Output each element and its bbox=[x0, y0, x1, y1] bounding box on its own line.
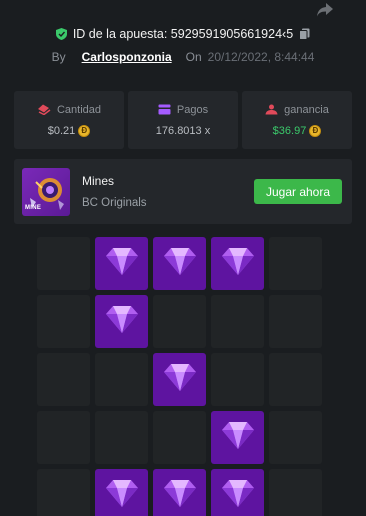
profit-icon bbox=[265, 104, 278, 115]
empty-tile bbox=[153, 411, 206, 464]
stat-payout-label: Pagos bbox=[176, 103, 209, 116]
empty-tile bbox=[269, 353, 322, 406]
gem-tile bbox=[95, 237, 148, 290]
gem-icon bbox=[163, 246, 197, 281]
author-row: By Carlosponzonia On 20/12/2022, 8:44:44 bbox=[0, 47, 366, 67]
empty-tile bbox=[37, 353, 90, 406]
verified-shield-icon bbox=[55, 28, 67, 40]
empty-tile bbox=[269, 237, 322, 290]
bet-id-row: ID de la apuesta: 5929591905661924‹5 bbox=[0, 24, 366, 44]
empty-tile bbox=[37, 237, 90, 290]
gem-icon bbox=[221, 420, 255, 455]
coin-icon: Đ bbox=[309, 124, 322, 137]
stat-profit: ganancia $36.97 Đ bbox=[242, 91, 352, 149]
gem-icon bbox=[163, 362, 197, 397]
thumbnail-label: MINE bbox=[25, 204, 42, 211]
stat-amount-label: Cantidad bbox=[56, 103, 102, 116]
gem-tile bbox=[153, 469, 206, 516]
empty-tile bbox=[211, 353, 264, 406]
empty-tile bbox=[37, 295, 90, 348]
empty-tile bbox=[95, 353, 148, 406]
gem-tile bbox=[211, 469, 264, 516]
bet-stats: Cantidad $0.21 Đ Pagos 176.8013 x gananc… bbox=[14, 91, 352, 149]
gem-icon bbox=[105, 478, 139, 513]
payout-icon bbox=[158, 104, 171, 115]
gem-tile bbox=[95, 295, 148, 348]
bet-header: ID de la apuesta: 5929591905661924‹5 By … bbox=[0, 24, 366, 67]
empty-tile bbox=[37, 411, 90, 464]
username-link[interactable]: Carlosponzonia bbox=[82, 50, 172, 64]
mines-board bbox=[37, 237, 322, 516]
game-name: Mines bbox=[82, 174, 115, 188]
empty-tile bbox=[153, 295, 206, 348]
stat-amount-value: $0.21 bbox=[47, 124, 76, 137]
game-provider: BC Originals bbox=[82, 197, 147, 209]
stat-payout: Pagos 176.8013 x bbox=[128, 91, 238, 149]
amount-icon bbox=[37, 104, 51, 115]
gem-tile bbox=[153, 353, 206, 406]
gem-tile bbox=[211, 411, 264, 464]
empty-tile bbox=[269, 295, 322, 348]
empty-tile bbox=[211, 295, 264, 348]
gem-icon bbox=[221, 246, 255, 281]
stat-amount: Cantidad $0.21 Đ bbox=[14, 91, 124, 149]
bet-date: 20/12/2022, 8:44:44 bbox=[207, 50, 315, 64]
stat-profit-value: $36.97 bbox=[272, 124, 307, 137]
stat-payout-value: 176.8013 x bbox=[155, 124, 211, 137]
game-card: MINE Mines BC Originals Jugar ahora bbox=[14, 159, 352, 224]
by-label: By bbox=[51, 50, 66, 64]
share-icon[interactable] bbox=[316, 2, 334, 18]
stat-profit-label: ganancia bbox=[284, 103, 329, 116]
empty-tile bbox=[269, 411, 322, 464]
empty-tile bbox=[95, 411, 148, 464]
empty-tile bbox=[37, 469, 90, 516]
on-label: On bbox=[185, 50, 202, 64]
gem-tile bbox=[153, 237, 206, 290]
empty-tile bbox=[269, 469, 322, 516]
coin-icon: Đ bbox=[78, 124, 91, 137]
play-now-button[interactable]: Jugar ahora bbox=[254, 179, 342, 204]
gem-icon bbox=[221, 478, 255, 513]
gem-icon bbox=[163, 478, 197, 513]
gem-icon bbox=[105, 246, 139, 281]
game-thumbnail[interactable]: MINE bbox=[22, 167, 70, 216]
gem-tile bbox=[95, 469, 148, 516]
gem-tile bbox=[211, 237, 264, 290]
copy-icon[interactable] bbox=[299, 28, 310, 40]
gem-icon bbox=[105, 304, 139, 339]
bet-id: ID de la apuesta: 5929591905661924‹5 bbox=[72, 27, 294, 41]
